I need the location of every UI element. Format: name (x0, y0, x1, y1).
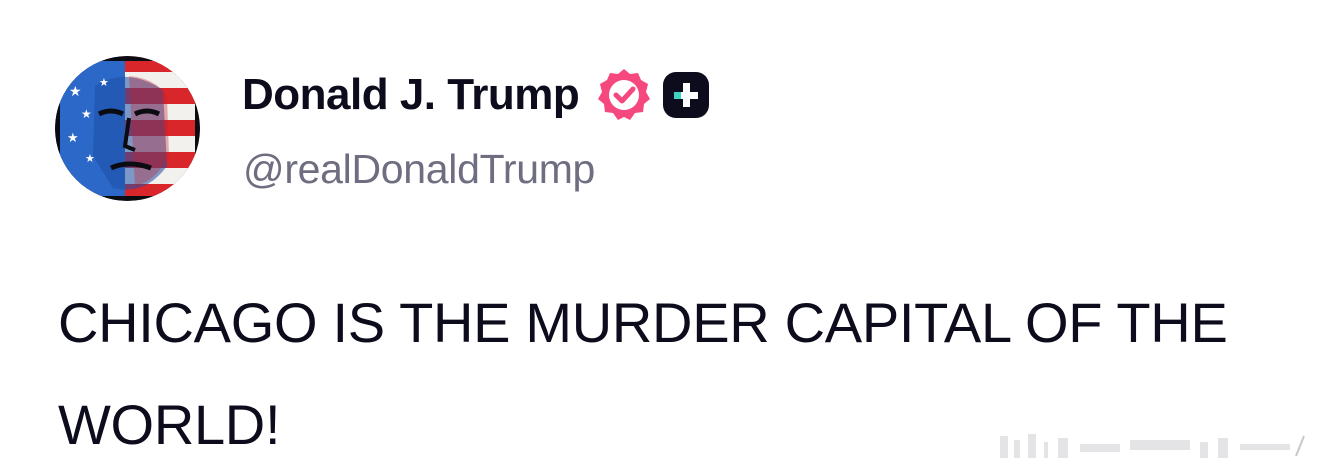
svg-text:★: ★ (99, 76, 109, 89)
truth-plus-badge-icon (661, 70, 711, 120)
author-handle[interactable]: @realDonaldTrump (243, 146, 595, 193)
author-name-row: Donald J. Trump (242, 66, 711, 124)
watermark-graphic (1000, 430, 1310, 460)
post-card: ★ ★ ★ ★ ★ Donald J. Trump @realDonaldTru… (0, 0, 1320, 474)
author-display-name[interactable]: Donald J. Trump (242, 70, 580, 120)
svg-text:★: ★ (69, 84, 82, 100)
svg-text:★: ★ (81, 107, 92, 121)
svg-text:★: ★ (67, 131, 79, 146)
svg-text:★: ★ (85, 152, 95, 165)
author-avatar[interactable]: ★ ★ ★ ★ ★ (55, 56, 200, 201)
verified-badge-icon (595, 66, 653, 124)
avatar-image: ★ ★ ★ ★ ★ (55, 56, 200, 201)
